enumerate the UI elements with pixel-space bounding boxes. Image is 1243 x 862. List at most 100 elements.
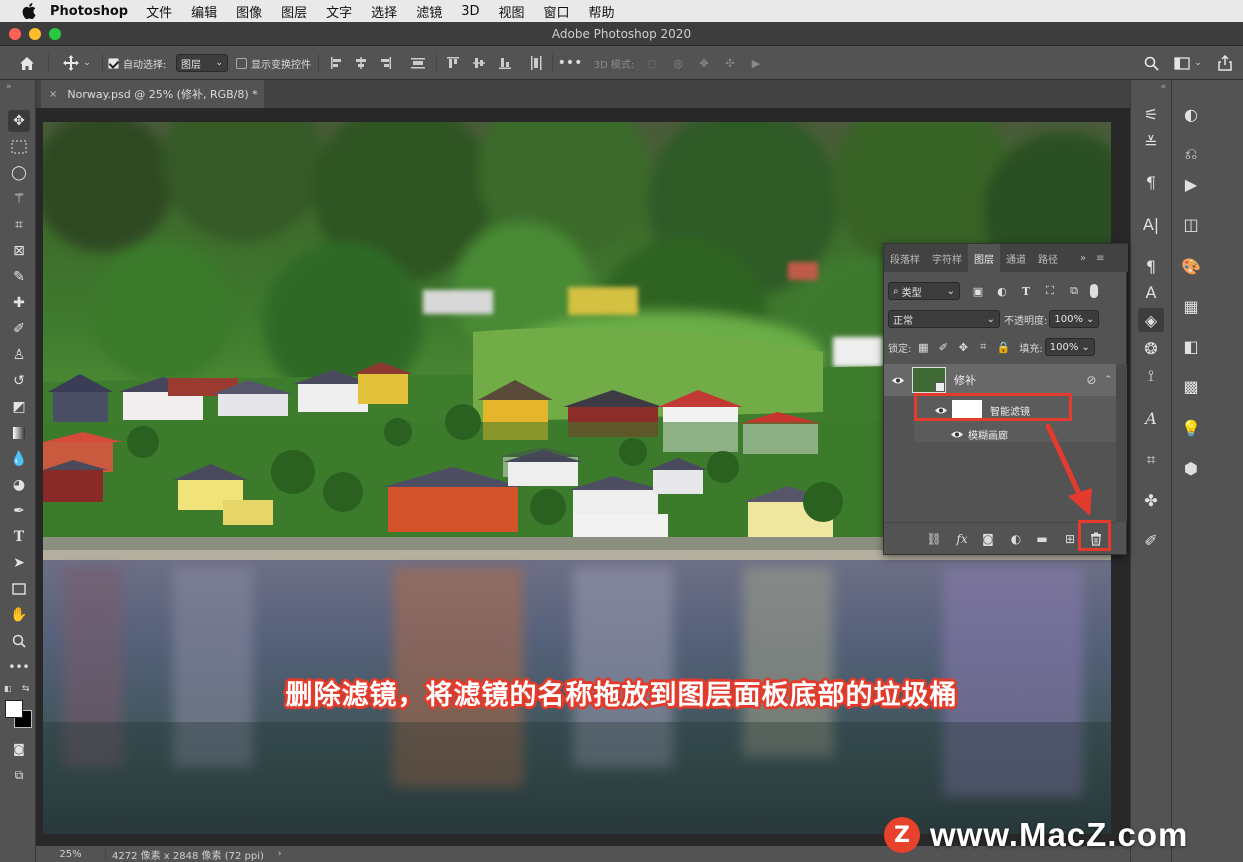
menu-window[interactable]: 窗口 <box>544 2 570 21</box>
auto-select-target-dropdown[interactable]: 图层 ⌄ <box>176 46 228 80</box>
pixel-filter-icon[interactable]: ▣ <box>970 283 986 299</box>
new-group-icon[interactable]: ▬ <box>1032 529 1052 549</box>
align-left-icon[interactable] <box>328 46 346 80</box>
show-transform-controls-option[interactable]: 显示变换控件 <box>236 46 312 80</box>
align-right-icon[interactable] <box>376 46 394 80</box>
new-layer-icon[interactable]: ⊞ <box>1060 529 1080 549</box>
link-layers-icon[interactable]: ⛓ <box>924 529 944 549</box>
search-icon[interactable] <box>1140 46 1162 80</box>
healing-brush-tool-icon[interactable]: ✚ <box>8 292 30 314</box>
screen-mode-icon[interactable]: ⧉ <box>8 764 30 786</box>
close-tab-icon[interactable]: × <box>49 89 57 100</box>
color-icon[interactable]: 🎨 <box>1178 254 1204 278</box>
brush-tool-icon[interactable]: ✐ <box>8 318 30 340</box>
menu-filter[interactable]: 滤镜 <box>416 2 442 21</box>
paragraph-icon[interactable]: ¶ <box>1138 170 1164 194</box>
zoom-level[interactable]: 25% <box>36 848 106 860</box>
character-styles-icon[interactable]: A <box>1138 280 1164 304</box>
align-bottom-icon[interactable] <box>496 46 514 80</box>
gradients-icon[interactable]: ◧ <box>1178 334 1204 358</box>
magic-wand-tool-icon[interactable]: ⚚ <box>8 188 30 210</box>
filter-toggle[interactable] <box>1090 284 1098 298</box>
filter-item-eye-icon[interactable] <box>950 429 964 442</box>
foreground-color-swatch[interactable] <box>5 700 23 718</box>
lock-all-icon[interactable]: 🔒 <box>995 339 1011 355</box>
marquee-tool-icon[interactable] <box>8 136 30 158</box>
more-options-icon[interactable]: ••• <box>558 46 583 80</box>
history-brush-tool-icon[interactable]: ↺ <box>8 370 30 392</box>
3d-drag-icon[interactable]: ✥ <box>694 46 714 80</box>
brush-presets-icon[interactable]: ✐ <box>1138 528 1164 552</box>
glyphs-icon[interactable]: A <box>1138 406 1164 430</box>
distribute-vertical-icon[interactable] <box>526 46 546 80</box>
align-center-horizontal-icon[interactable] <box>352 46 370 80</box>
type-filter-icon[interactable]: T <box>1018 283 1034 299</box>
filter-kind-dropdown[interactable]: ⌕ 类型 ⌄ <box>888 282 960 300</box>
layers-scrollbar[interactable] <box>1116 364 1127 522</box>
blur-tool-icon[interactable]: 💧 <box>8 448 30 470</box>
actions-icon[interactable]: ▶ <box>1178 172 1204 196</box>
layers-icon[interactable]: ◈ <box>1138 308 1164 332</box>
panel-menu-icon[interactable]: ≡ <box>1092 244 1108 272</box>
smart-object-filter-icon[interactable]: ⧉ <box>1066 283 1082 299</box>
share-icon[interactable] <box>1214 46 1236 80</box>
collapse-effects-icon[interactable]: ⌃ <box>1104 375 1112 385</box>
swatches-icon[interactable]: ▦ <box>1178 294 1204 318</box>
eye-icon[interactable] <box>884 376 912 385</box>
auto-select-checkbox[interactable] <box>108 57 119 69</box>
tab-paragraph-styles[interactable]: 段落样 <box>884 244 926 272</box>
quick-mask-icon[interactable]: ◙ <box>8 738 30 760</box>
align-middle-vertical-icon[interactable] <box>470 46 488 80</box>
home-icon[interactable] <box>14 46 40 80</box>
channels-icon[interactable]: ❂ <box>1138 336 1164 360</box>
lock-position-icon[interactable]: ✥ <box>955 339 971 355</box>
menu-layer[interactable]: 图层 <box>281 2 307 21</box>
adjustments-icon[interactable]: ◐ <box>1178 102 1204 126</box>
paths-icon[interactable]: ⟟ <box>1138 364 1164 388</box>
menu-3d[interactable]: 3D <box>461 4 479 19</box>
blend-mode-dropdown[interactable]: 正常 ⌄ <box>888 310 1000 328</box>
more-tabs-icon[interactable]: » <box>1074 244 1092 272</box>
collapse-toolbar-icon[interactable]: » <box>6 82 12 92</box>
show-transform-checkbox[interactable] <box>236 57 247 69</box>
chevron-right-icon[interactable]: › <box>278 849 282 859</box>
3d-slide-icon[interactable]: ✣ <box>720 46 740 80</box>
fx-icon[interactable]: fx <box>952 529 972 549</box>
character-icon[interactable]: A| <box>1138 212 1164 236</box>
tab-channels[interactable]: 通道 <box>1000 244 1032 272</box>
lock-artboard-icon[interactable]: ⌗ <box>975 339 991 355</box>
filter-item-label[interactable]: 模糊画廊 <box>968 427 1008 442</box>
3d-orbit-icon[interactable]: ◌ <box>642 46 662 80</box>
patterns-icon[interactable]: ▩ <box>1178 374 1204 398</box>
menu-help[interactable]: 帮助 <box>589 2 615 21</box>
menu-image[interactable]: 图像 <box>236 2 262 21</box>
paragraph-styles-icon[interactable]: ¶ <box>1138 254 1164 278</box>
learn-icon[interactable]: 💡 <box>1178 416 1204 440</box>
crop-panel-icon[interactable]: ⌗ <box>1138 448 1164 472</box>
shapes-icon[interactable]: ✤ <box>1138 488 1164 512</box>
auto-select-option[interactable]: 自动选择: <box>108 46 172 80</box>
adjustment-filter-icon[interactable]: ◐ <box>994 283 1010 299</box>
document-tab[interactable]: × Norway.psd @ 25% (修补, RGB/8) * <box>41 80 264 108</box>
3d-roll-icon[interactable]: ◎ <box>668 46 688 80</box>
hand-tool-icon[interactable]: ✋ <box>8 604 30 626</box>
tab-layers[interactable]: 图层 <box>968 244 1000 272</box>
layer-name[interactable]: 修补 <box>954 372 1086 388</box>
eyedropper-tool-icon[interactable]: ✎ <box>8 266 30 288</box>
add-mask-icon[interactable]: ◙ <box>978 529 998 549</box>
lock-image-icon[interactable]: ✐ <box>935 339 951 355</box>
new-adjustment-layer-icon[interactable]: ◐ <box>1006 529 1026 549</box>
lasso-tool-icon[interactable]: ◯ <box>8 162 30 184</box>
distribute-icon[interactable] <box>408 46 428 80</box>
menu-select[interactable]: 选择 <box>371 2 397 21</box>
libraries-icon[interactable]: ◫ <box>1178 212 1204 236</box>
3d-panel-icon[interactable]: ⬢ <box>1178 456 1204 480</box>
align-top-icon[interactable] <box>444 46 462 80</box>
type-tool-icon[interactable]: T <box>8 526 30 548</box>
menu-app-name[interactable]: Photoshop <box>50 4 128 19</box>
menu-type[interactable]: 文字 <box>326 2 352 21</box>
brush-settings-icon[interactable]: ⚟ <box>1138 102 1164 126</box>
layer-row[interactable]: 修补 ⊘ ⌃ <box>884 364 1116 396</box>
tab-paths[interactable]: 路径 <box>1032 244 1064 272</box>
frame-tool-icon[interactable]: ⊠ <box>8 240 30 262</box>
